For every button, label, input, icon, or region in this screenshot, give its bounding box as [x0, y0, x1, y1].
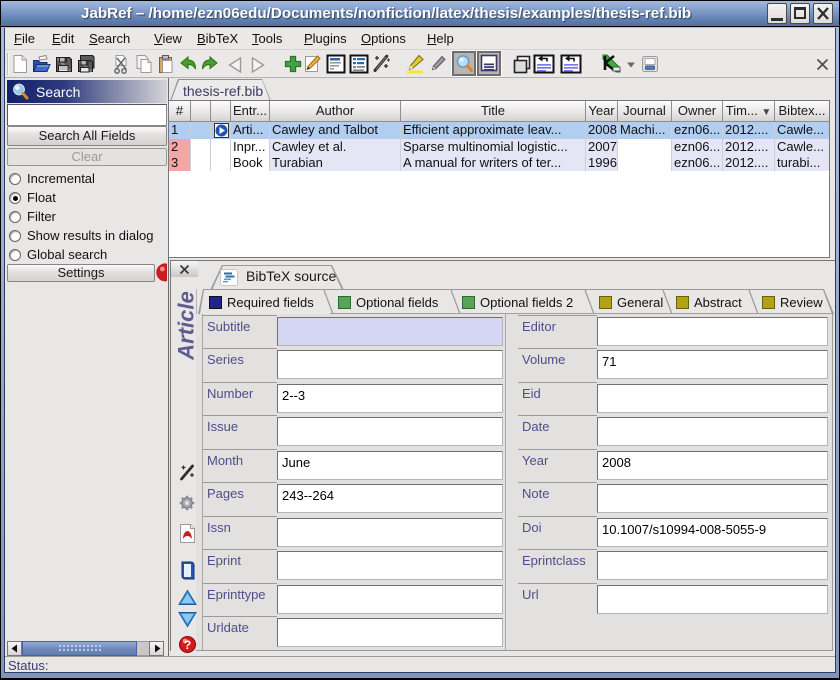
svg-text:?: ?: [184, 638, 191, 652]
